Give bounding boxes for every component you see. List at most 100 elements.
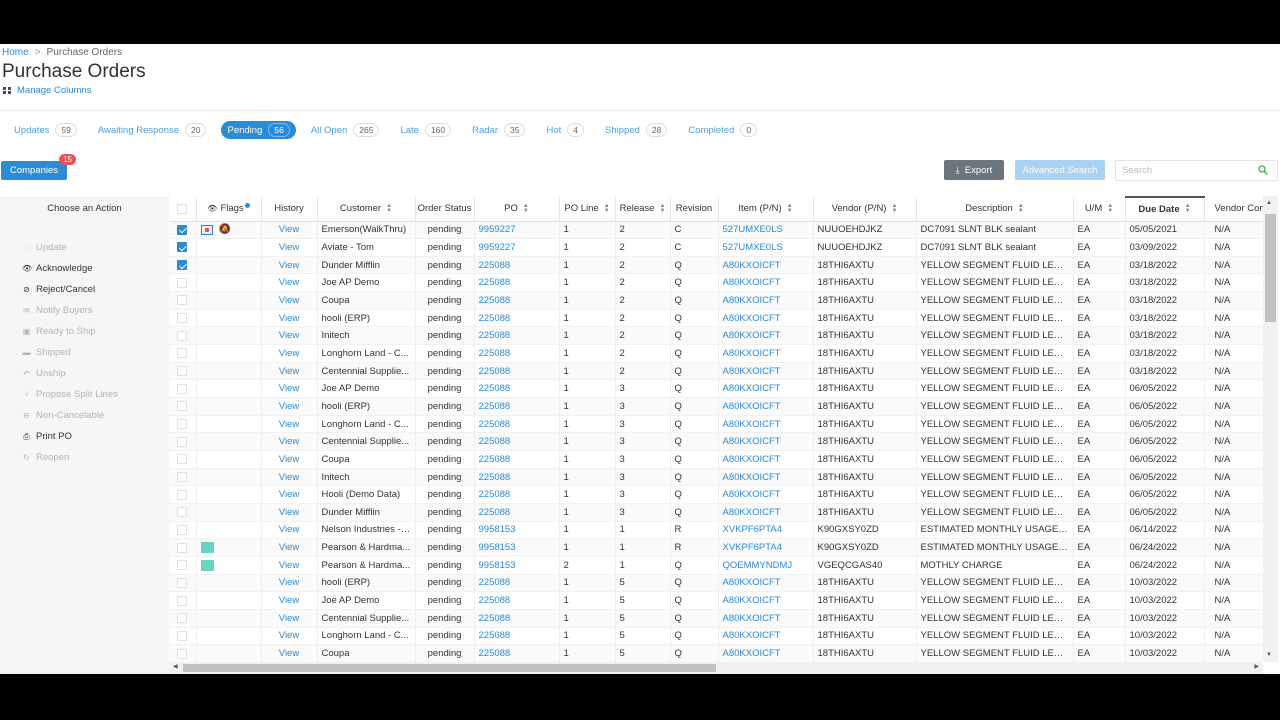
action-propose-split-lines[interactable]: ⑂ Propose Split Lines (0, 384, 169, 405)
column-header-due-date[interactable]: Due Date ▲ ▼ (1125, 196, 1205, 222)
item-link[interactable]: A80KXOICFT (718, 503, 814, 522)
po-link[interactable]: 225088 (474, 326, 560, 346)
tab-radar[interactable]: Radar 35 (466, 121, 531, 139)
po-link[interactable]: 225088 (474, 432, 560, 452)
table-row[interactable]: View Centennial Supplie... pending 225088 1 2… (169, 362, 1263, 381)
table-row[interactable]: View Joe AP Demo pending 225088 1 5 Q A80KXOICF… (169, 591, 1263, 610)
item-link[interactable]: A80KXOICFT (718, 326, 814, 346)
po-link[interactable]: 225088 (474, 415, 560, 434)
table-row[interactable]: 🔕 View Emerson(WalkThru) pending 9959227 1 2 C 5… (169, 221, 1263, 240)
column-header-revision[interactable]: Revision (670, 197, 719, 222)
row-select[interactable] (169, 309, 197, 328)
item-link[interactable]: A80KXOICFT (718, 609, 814, 628)
select-all-header[interactable] (169, 197, 197, 222)
row-checkbox[interactable] (177, 524, 188, 535)
row-select[interactable] (169, 538, 197, 557)
column-header-po[interactable]: PO ▲ ▼ (474, 197, 560, 222)
po-link[interactable]: 9958153 (474, 521, 560, 540)
item-link[interactable]: A80KXOICFT (718, 397, 814, 416)
row-checkbox[interactable] (177, 542, 188, 553)
action-acknowledge[interactable]: 👁 Acknowledge (0, 258, 169, 279)
history-view-link[interactable]: View (261, 574, 318, 593)
table-row[interactable]: View hooli (ERP) pending 225088 1 2 Q A80KXOICF… (169, 309, 1263, 328)
history-view-link[interactable]: View (261, 450, 318, 469)
green-flag-icon[interactable] (200, 542, 214, 554)
sort-icon[interactable]: ▲ ▼ (1107, 203, 1113, 214)
history-view-link[interactable]: View (261, 521, 318, 540)
advanced-search-button[interactable]: Advanced Search (1015, 160, 1105, 180)
row-select[interactable] (169, 627, 197, 646)
history-view-link[interactable]: View (261, 326, 318, 346)
row-checkbox[interactable] (177, 472, 188, 482)
row-select[interactable] (169, 521, 197, 540)
row-select[interactable] (169, 221, 197, 240)
search-input[interactable] (1116, 161, 1251, 180)
po-link[interactable]: 9959227 (474, 238, 560, 257)
row-checkbox[interactable] (177, 613, 188, 624)
row-select[interactable] (169, 574, 197, 593)
vertical-scrollbar[interactable]: ▲ ▼ (1263, 196, 1278, 662)
table-row[interactable]: View Centennial Supplie... pending 225088 1 5… (169, 609, 1263, 628)
row-select[interactable] (169, 256, 197, 275)
po-link[interactable]: 225088 (474, 503, 560, 522)
row-select[interactable] (169, 379, 197, 399)
sort-icon[interactable]: ▲ ▼ (386, 203, 392, 214)
po-link[interactable]: 225088 (474, 468, 560, 487)
row-select[interactable] (169, 397, 197, 416)
action-reject-cancel[interactable]: ⊘ Reject/Cancel (0, 279, 169, 300)
row-select[interactable] (169, 273, 197, 293)
tab-hot[interactable]: Hot 4 (540, 121, 590, 139)
table-row[interactable]: View Longhorn Land - C... pending 225088 1 5 Q… (169, 627, 1263, 646)
po-link[interactable]: 225088 (474, 450, 560, 469)
row-checkbox[interactable] (177, 507, 188, 518)
action-notify-buyers[interactable]: ✉ Notify Buyers (0, 300, 169, 321)
column-header-vendor-com[interactable]: Vendor Com (1204, 197, 1263, 222)
tab-awaiting-response[interactable]: Awaiting Response 20 (92, 121, 213, 139)
po-link[interactable]: 225088 (474, 485, 560, 504)
item-link[interactable]: A80KXOICFT (718, 450, 814, 469)
history-view-link[interactable]: View (261, 344, 318, 363)
row-select[interactable] (169, 644, 197, 662)
history-view-link[interactable]: View (261, 238, 318, 257)
message-flag-icon[interactable] (200, 224, 213, 235)
po-link[interactable]: 9958153 (474, 538, 560, 557)
scroll-right-icon[interactable]: ▶ (1254, 663, 1259, 670)
action-non-cancelable[interactable]: ⊖ Non-Cancelable (0, 405, 169, 426)
row-checkbox[interactable] (177, 313, 188, 324)
history-view-link[interactable]: View (261, 379, 318, 399)
column-header-history[interactable]: History (261, 197, 318, 222)
row-checkbox[interactable] (177, 224, 188, 235)
row-checkbox[interactable] (177, 330, 188, 341)
row-checkbox[interactable] (177, 277, 188, 288)
item-link[interactable]: A80KXOICFT (718, 256, 814, 275)
row-select[interactable] (169, 432, 197, 452)
table-row[interactable]: View Coupa pending 225088 1 3 Q A80KXOICFT 18THI… (169, 450, 1263, 469)
tab-updates[interactable]: Updates 59 (8, 121, 83, 139)
row-select[interactable] (169, 609, 197, 628)
item-link[interactable]: A80KXOICFT (718, 468, 814, 487)
column-header-release[interactable]: Release ▲ ▼ (615, 197, 671, 222)
column-header-flags[interactable]: 👁 Flags (196, 197, 262, 222)
table-row[interactable]: View Hooli (Demo Data) pending 225088 1 3 Q A80… (169, 485, 1263, 504)
column-header-po-line[interactable]: PO Line ▲ ▼ (559, 197, 616, 222)
item-link[interactable]: A80KXOICFT (718, 415, 814, 434)
action-reopen[interactable]: ↻ Reopen (0, 447, 169, 468)
scroll-up-icon[interactable]: ▲ (1266, 200, 1272, 206)
search-icon[interactable] (1258, 165, 1268, 175)
scroll-left-icon[interactable]: ◀ (173, 663, 178, 670)
action-ready-to-ship[interactable]: ▣ Ready to Ship (0, 321, 169, 342)
row-select[interactable] (169, 344, 197, 363)
table-row[interactable]: View Nelson Industries - ... pending 995815… (169, 521, 1263, 540)
sort-icon[interactable]: ▲ ▼ (659, 203, 665, 214)
item-link[interactable]: A80KXOICFT (718, 627, 814, 646)
column-header-customer[interactable]: Customer ▲ ▼ (317, 197, 416, 222)
row-checkbox[interactable] (177, 560, 188, 571)
table-row[interactable]: View Coupa pending 225088 1 5 Q A80KXOICFT 18THI… (169, 644, 1263, 662)
item-link[interactable]: A80KXOICFT (718, 591, 814, 610)
item-link[interactable]: 527UMXE0LS (718, 221, 814, 240)
item-link[interactable]: A80KXOICFT (718, 485, 814, 504)
history-view-link[interactable]: View (261, 468, 318, 487)
history-view-link[interactable]: View (261, 221, 318, 240)
row-checkbox[interactable] (177, 348, 188, 359)
po-link[interactable]: 225088 (474, 344, 560, 363)
